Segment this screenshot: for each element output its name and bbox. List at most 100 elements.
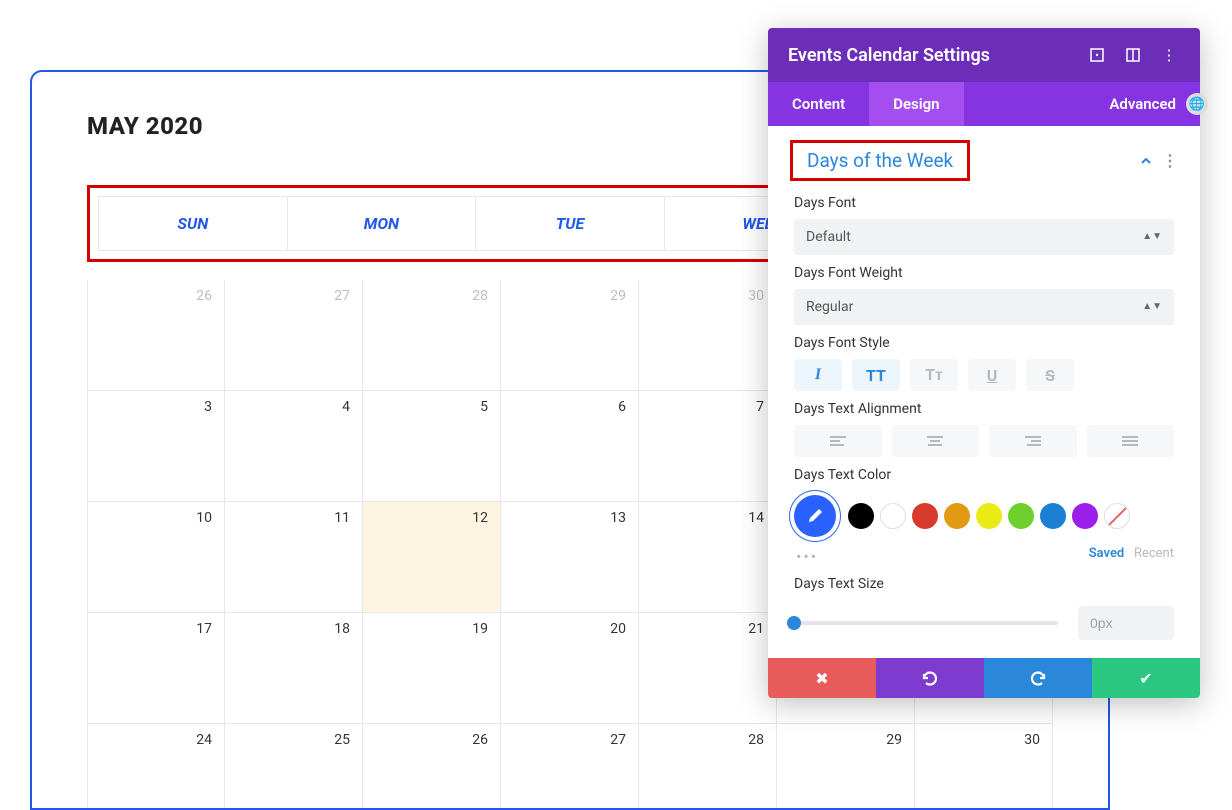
color-purple[interactable]: [1072, 503, 1098, 529]
calendar-cell[interactable]: 27: [225, 280, 363, 391]
style-smallcaps-button[interactable]: Tᴛ: [910, 359, 958, 391]
slider-thumb[interactable]: [787, 616, 801, 630]
calendar-date: 29: [886, 732, 902, 748]
calendar-cell[interactable]: 28: [639, 724, 777, 810]
label-days-text-align: Days Text Alignment: [794, 401, 1174, 417]
calendar-date: 28: [748, 732, 764, 748]
calendar-date: 14: [748, 510, 764, 526]
align-right-button[interactable]: [989, 425, 1077, 457]
align-center-button[interactable]: [892, 425, 980, 457]
calendar-date: 19: [472, 621, 488, 637]
style-italic-button[interactable]: I: [794, 359, 842, 391]
calendar-date: 13: [610, 510, 626, 526]
calendar-cell[interactable]: 30: [915, 724, 1053, 810]
calendar-cell[interactable]: 5: [363, 391, 501, 502]
save-button[interactable]: ✔: [1092, 658, 1200, 698]
calendar-cell[interactable]: 20: [501, 613, 639, 724]
calendar-date: 26: [196, 288, 212, 304]
expand-icon[interactable]: [1086, 44, 1108, 66]
recent-colors-link[interactable]: Recent: [1134, 546, 1174, 561]
tab-advanced[interactable]: Advanced: [1085, 82, 1200, 126]
tab-design[interactable]: Design: [869, 82, 963, 126]
align-justify-button[interactable]: [1087, 425, 1175, 457]
color-black[interactable]: [848, 503, 874, 529]
calendar-date: 18: [334, 621, 350, 637]
calendar-cell[interactable]: 27: [501, 724, 639, 810]
saved-colors-link[interactable]: Saved: [1089, 546, 1125, 561]
label-days-text-size: Days Text Size: [794, 576, 1174, 592]
style-strike-button[interactable]: S: [1026, 359, 1074, 391]
tab-content[interactable]: Content: [768, 82, 869, 126]
globe-icon[interactable]: 🌐: [1186, 93, 1208, 115]
kebab-menu-icon[interactable]: ⋮: [1158, 44, 1180, 66]
calendar-date: 26: [472, 732, 488, 748]
calendar-cell[interactable]: 25: [225, 724, 363, 810]
calendar-cell[interactable]: 13: [501, 502, 639, 613]
calendar-cell[interactable]: 30: [639, 280, 777, 391]
calendar-cell[interactable]: 11: [225, 502, 363, 613]
calendar-date: 12: [472, 510, 488, 526]
color-red[interactable]: [912, 503, 938, 529]
select-days-font-value: Default: [806, 229, 851, 245]
field-days-font-weight: Days Font Weight Regular ▲▼: [768, 255, 1200, 325]
label-days-text-color: Days Text Color: [794, 467, 1174, 483]
color-picker-button[interactable]: [794, 495, 836, 537]
section-header: Days of the Week ⋮: [768, 126, 1200, 185]
style-uppercase-button[interactable]: TT: [852, 359, 900, 391]
calendar-cell[interactable]: 28: [363, 280, 501, 391]
more-colors-icon[interactable]: •••: [794, 541, 818, 566]
redo-button[interactable]: [984, 658, 1092, 698]
calendar-date: 17: [196, 621, 212, 637]
calendar-cell[interactable]: 3: [87, 391, 225, 502]
field-days-text-size: Days Text Size: [768, 566, 1200, 640]
calendar-date: 6: [618, 399, 626, 415]
calendar-cell[interactable]: 21: [639, 613, 777, 724]
calendar-cell[interactable]: 19: [363, 613, 501, 724]
label-days-font: Days Font: [794, 195, 1174, 211]
color-orange[interactable]: [944, 503, 970, 529]
calendar-cell[interactable]: 4: [225, 391, 363, 502]
calendar-cell[interactable]: 10: [87, 502, 225, 613]
calendar-cell[interactable]: 26: [363, 724, 501, 810]
section-kebab-icon[interactable]: ⋮: [1162, 151, 1178, 170]
day-header-mon: MON: [288, 196, 477, 251]
text-size-slider[interactable]: [794, 621, 1058, 625]
calendar-date: 20: [610, 621, 626, 637]
color-white[interactable]: [880, 503, 906, 529]
calendar-cell[interactable]: 17: [87, 613, 225, 724]
calendar-cell[interactable]: 6: [501, 391, 639, 502]
calendar-cell[interactable]: 14: [639, 502, 777, 613]
panel-body[interactable]: Days of the Week ⋮ Days Font Default ▲▼ …: [768, 126, 1200, 658]
section-title[interactable]: Days of the Week: [807, 149, 953, 172]
calendar-cell[interactable]: 12: [363, 502, 501, 613]
field-days-font-style: Days Font Style I TT Tᴛ U S: [768, 325, 1200, 391]
calendar-date: 30: [1024, 732, 1040, 748]
calendar-cell[interactable]: 24: [87, 724, 225, 810]
collapse-icon[interactable]: [1140, 155, 1152, 167]
field-days-font: Days Font Default ▲▼: [768, 185, 1200, 255]
section-title-highlight: Days of the Week: [790, 140, 970, 181]
calendar-cell[interactable]: 18: [225, 613, 363, 724]
text-size-input[interactable]: [1078, 606, 1174, 640]
calendar-cell[interactable]: 26: [87, 280, 225, 391]
day-header-sun: SUN: [98, 196, 288, 251]
align-left-button[interactable]: [794, 425, 882, 457]
calendar-date: 4: [342, 399, 350, 415]
color-blue[interactable]: [1040, 503, 1066, 529]
select-days-font-weight[interactable]: Regular ▲▼: [794, 289, 1174, 325]
calendar-cell[interactable]: 29: [501, 280, 639, 391]
color-none[interactable]: [1104, 503, 1130, 529]
select-days-font[interactable]: Default ▲▼: [794, 219, 1174, 255]
calendar-date: 5: [480, 399, 488, 415]
field-days-text-color: Days Text Color: [768, 457, 1200, 537]
calendar-date: 28: [472, 288, 488, 304]
undo-button[interactable]: [876, 658, 984, 698]
calendar-cell[interactable]: 29: [777, 724, 915, 810]
close-button[interactable]: ✖: [768, 658, 876, 698]
columns-icon[interactable]: [1122, 44, 1144, 66]
style-underline-button[interactable]: U: [968, 359, 1016, 391]
color-yellow[interactable]: [976, 503, 1002, 529]
calendar-date: 24: [196, 732, 212, 748]
color-green[interactable]: [1008, 503, 1034, 529]
calendar-cell[interactable]: 7: [639, 391, 777, 502]
